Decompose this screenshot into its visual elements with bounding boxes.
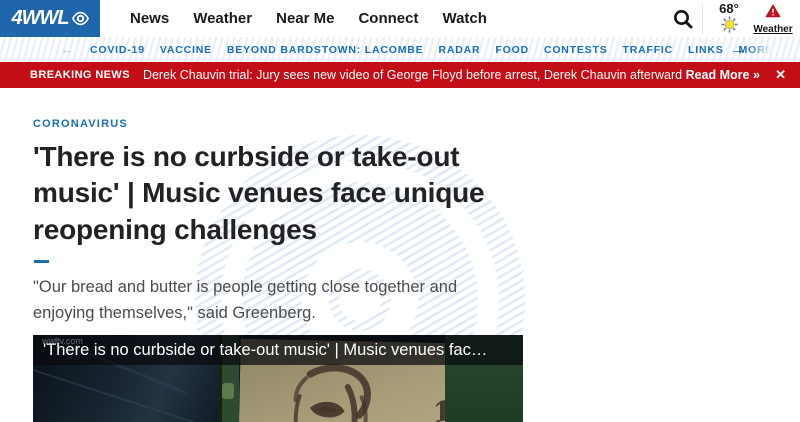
nav-item-weather[interactable]: Weather [193,10,252,27]
article-headline: 'There is no curbside or take-out music'… [33,139,521,248]
search-icon[interactable] [671,7,695,31]
nav-item-watch[interactable]: Watch [442,10,486,27]
station-logo[interactable]: 4WWL [0,0,100,37]
header-divider [702,4,703,34]
article-subheadline: "Our bread and butter is people getting … [33,274,503,326]
topic-beyond-bardstown[interactable]: BEYOND BARDSTOWN: LACOMBE [227,44,424,56]
page: 4WWL News Weather Near Me Connect Watch … [0,0,800,422]
topic-links[interactable]: LINKS [688,44,724,56]
temperature-value: 68° [712,2,746,16]
weather-temperature-widget[interactable]: 68° [712,2,746,38]
nav-item-near-me[interactable]: Near Me [276,10,334,27]
main-nav: News Weather Near Me Connect Watch [130,0,487,37]
article: CORONAVIRUS 'There is no curbside or tak… [33,118,533,326]
video-player[interactable]: 1980 'There is no curbside or take-out m… [33,335,523,422]
close-icon[interactable]: ✕ [771,62,790,88]
sun-icon [721,16,738,33]
video-post-handle [222,383,234,399]
topics-bar: ← COVID-19 VACCINE BEYOND BARDSTOWN: LAC… [0,37,800,62]
video-caption-text: 'There is no curbside or take-out music'… [43,341,515,360]
topic-contests[interactable]: CONTESTS [544,44,608,56]
breaking-news-message[interactable]: Derek Chauvin trial: Jury sees new video… [143,68,760,82]
nav-item-connect[interactable]: Connect [358,10,418,27]
topics-items: COVID-19 VACCINE BEYOND BARDSTOWN: LACOM… [90,37,773,62]
topics-scroll-right-icon[interactable]: → [730,37,745,62]
topics-scroll-left-icon[interactable]: ← [60,37,74,62]
face-sketch-drawing [268,355,401,422]
category-link[interactable]: CORONAVIRUS [33,118,533,130]
read-more-link[interactable]: Read More » [686,68,760,82]
weather-alert-label: Weather [752,24,794,35]
topic-vaccine[interactable]: VACCINE [160,44,212,56]
topic-covid-19[interactable]: COVID-19 [90,44,145,56]
breaking-news-text: Derek Chauvin trial: Jury sees new video… [143,68,682,82]
topic-radar[interactable]: RADAR [438,44,480,56]
video-caption-bar: 'There is no curbside or take-out music'… [33,335,523,365]
nav-item-news[interactable]: News [130,10,169,27]
weather-alert-widget[interactable]: Weather [752,4,794,35]
station-url-watermark: wwltv.com [42,336,83,346]
cbs-eye-icon [72,10,89,27]
breaking-news-label: BREAKING NEWS [30,69,130,81]
breaking-news-bar: BREAKING NEWS Derek Chauvin trial: Jury … [0,62,800,88]
alert-triangle-icon [765,4,781,18]
headline-accent-dash [34,260,49,263]
station-logo-text: 4WWL [11,7,68,30]
site-header: 4WWL News Weather Near Me Connect Watch … [0,0,800,37]
topic-traffic[interactable]: TRAFFIC [623,44,674,56]
topic-food[interactable]: FOOD [495,44,529,56]
